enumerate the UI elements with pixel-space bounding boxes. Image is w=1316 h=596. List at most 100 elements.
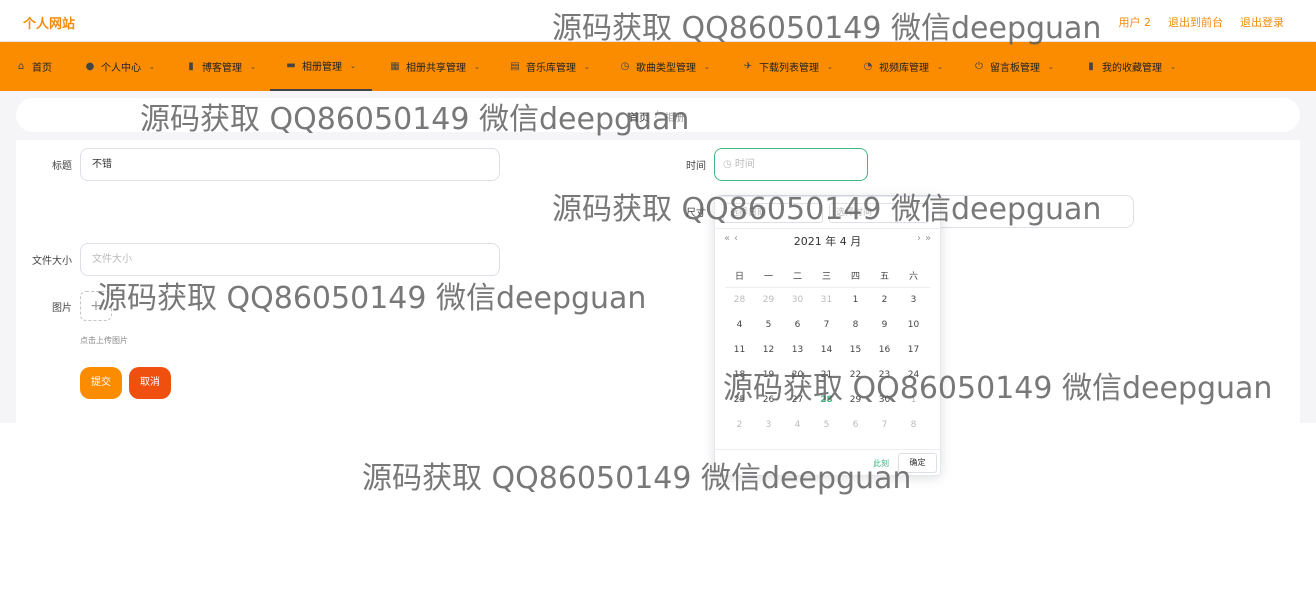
top-header: 个人网站 用户 2 退出到前台 退出登录	[0, 0, 1316, 42]
calendar-day[interactable]: 8	[841, 320, 870, 330]
user-link[interactable]: 用户 2	[1119, 14, 1152, 30]
picker-time-input[interactable]: 选择时间	[829, 203, 929, 223]
time-input[interactable]: ◷ 时间	[714, 148, 868, 181]
calendar-day[interactable]: 1	[841, 295, 870, 305]
calendar-day[interactable]: 30	[870, 395, 899, 405]
chevron-down-icon: ⌄	[937, 62, 943, 71]
calendar-day[interactable]: 28	[725, 295, 754, 305]
logout-link[interactable]: 退出登录	[1240, 14, 1284, 30]
grid-icon: ▦	[390, 60, 400, 72]
calendar-day[interactable]: 9	[870, 320, 899, 330]
calendar-day[interactable]: 8	[899, 420, 928, 430]
confirm-button[interactable]: 确定	[898, 453, 937, 473]
next-year-icon[interactable]: »	[925, 233, 931, 244]
nav-item-song-type[interactable]: ◷ 歌曲类型管理 ⌄	[620, 42, 710, 91]
calendar-day[interactable]: 12	[754, 345, 783, 355]
title-input[interactable]: 不错	[80, 148, 500, 181]
weekday-label: 六	[908, 272, 918, 282]
breadcrumb-current: 相册	[664, 113, 685, 124]
calendar-day[interactable]: 28	[812, 395, 841, 405]
calendar-day[interactable]: 7	[870, 420, 899, 430]
calendar-day[interactable]: 17	[899, 345, 928, 355]
nav-item-album[interactable]: ▬ 相册管理 ⌄	[270, 42, 372, 91]
clock-icon: ◷	[620, 60, 630, 72]
nav-item-video[interactable]: ◔ 视频库管理 ⌄	[863, 42, 943, 91]
calendar-day[interactable]: 6	[841, 420, 870, 430]
calendar-day[interactable]: 26	[754, 395, 783, 405]
calendar-day[interactable]: 3	[899, 295, 928, 305]
calendar-day[interactable]: 24	[899, 370, 928, 380]
nav-item-favorites[interactable]: ▮ 我的收藏管理 ⌄	[1086, 42, 1176, 91]
calendar-day[interactable]: 14	[812, 345, 841, 355]
nav-item-message-board[interactable]: ⏻ 留言板管理 ⌄	[974, 42, 1054, 91]
nav-item-downloads[interactable]: ✈ 下载列表管理 ⌄	[743, 42, 833, 91]
calendar-day[interactable]: 7	[812, 320, 841, 330]
nav-item-label: 音乐库管理	[526, 63, 576, 74]
calendar-day[interactable]: 16	[870, 345, 899, 355]
calendar-day[interactable]: 15	[841, 345, 870, 355]
weekday-label: 二	[792, 272, 802, 282]
chevron-down-icon: ⌄	[250, 62, 256, 71]
chevron-down-icon: ⌄	[1170, 62, 1176, 71]
calendar-day[interactable]: 6	[783, 320, 812, 330]
calendar-day[interactable]: 25	[725, 395, 754, 405]
nav-item-blog[interactable]: ▮ 博客管理 ⌄	[186, 42, 256, 91]
calendar-day[interactable]: 27	[783, 395, 812, 405]
weekday-divider	[725, 287, 930, 288]
nav-item-label: 博客管理	[202, 63, 242, 74]
size-label: 尺寸	[686, 208, 706, 219]
weekday-label: 五	[879, 272, 889, 282]
nav-item-label: 相册管理	[302, 62, 342, 73]
calendar-day[interactable]: 1	[899, 395, 928, 405]
video-icon: ◔	[863, 60, 873, 72]
calendar-day[interactable]: 3	[754, 420, 783, 430]
filesize-label: 文件大小	[32, 256, 72, 267]
clock-icon: ◷	[723, 159, 732, 170]
filesize-input[interactable]: 文件大小	[80, 243, 500, 276]
calendar-day[interactable]: 10	[899, 320, 928, 330]
breadcrumb-home[interactable]: 首页	[629, 109, 649, 124]
calendar-day[interactable]: 5	[812, 420, 841, 430]
picker-date-input[interactable]: 选择日期	[723, 203, 823, 223]
breadcrumb: 首页 / 相册	[629, 109, 684, 124]
calendar-day[interactable]: 18	[725, 370, 754, 380]
submit-button[interactable]: 提交	[80, 367, 122, 399]
calendar-day[interactable]: 5	[754, 320, 783, 330]
calendar-day[interactable]: 11	[725, 345, 754, 355]
now-button[interactable]: 此刻	[873, 458, 889, 469]
calendar-day[interactable]: 23	[870, 370, 899, 380]
nav-item-label: 首页	[32, 63, 52, 74]
chevron-down-icon: ⌄	[584, 62, 590, 71]
image-label: 图片	[52, 303, 72, 314]
chart-icon: ▮	[188, 60, 194, 72]
calendar-day[interactable]: 22	[841, 370, 870, 380]
site-title: 个人网站	[23, 17, 76, 32]
calendar-day[interactable]: 4	[783, 420, 812, 430]
plane-icon: ✈	[743, 60, 753, 72]
image-upload-button[interactable]: +	[80, 291, 112, 321]
title-label: 标题	[52, 161, 72, 172]
calendar-day[interactable]: 2	[725, 420, 754, 430]
cancel-button[interactable]: 取消	[129, 367, 171, 399]
calendar-day[interactable]: 29	[754, 295, 783, 305]
exit-to-frontend-link[interactable]: 退出到前台	[1168, 14, 1223, 30]
calendar-day[interactable]: 30	[783, 295, 812, 305]
time-label: 时间	[686, 161, 706, 172]
nav-item-label: 留言板管理	[990, 63, 1040, 74]
nav-item-album-share[interactable]: ▦ 相册共享管理 ⌄	[390, 42, 480, 91]
calendar-day[interactable]: 13	[783, 345, 812, 355]
calendar-day[interactable]: 4	[725, 320, 754, 330]
calendar-day[interactable]: 20	[783, 370, 812, 380]
picker-footer-divider	[715, 449, 940, 450]
power-icon: ⏻	[975, 60, 983, 72]
nav-item-label: 相册共享管理	[406, 63, 466, 74]
nav-item-home[interactable]: ⌂ 首页	[16, 42, 52, 91]
calendar-day[interactable]: 29	[841, 395, 870, 405]
calendar-day[interactable]: 2	[870, 295, 899, 305]
next-month-icon[interactable]: ›	[917, 233, 921, 244]
nav-item-profile[interactable]: ● 个人中心 ⌄	[85, 42, 155, 91]
calendar-day[interactable]: 21	[812, 370, 841, 380]
calendar-day[interactable]: 19	[754, 370, 783, 380]
nav-item-music[interactable]: ▤ 音乐库管理 ⌄	[510, 42, 590, 91]
calendar-day[interactable]: 31	[812, 295, 841, 305]
